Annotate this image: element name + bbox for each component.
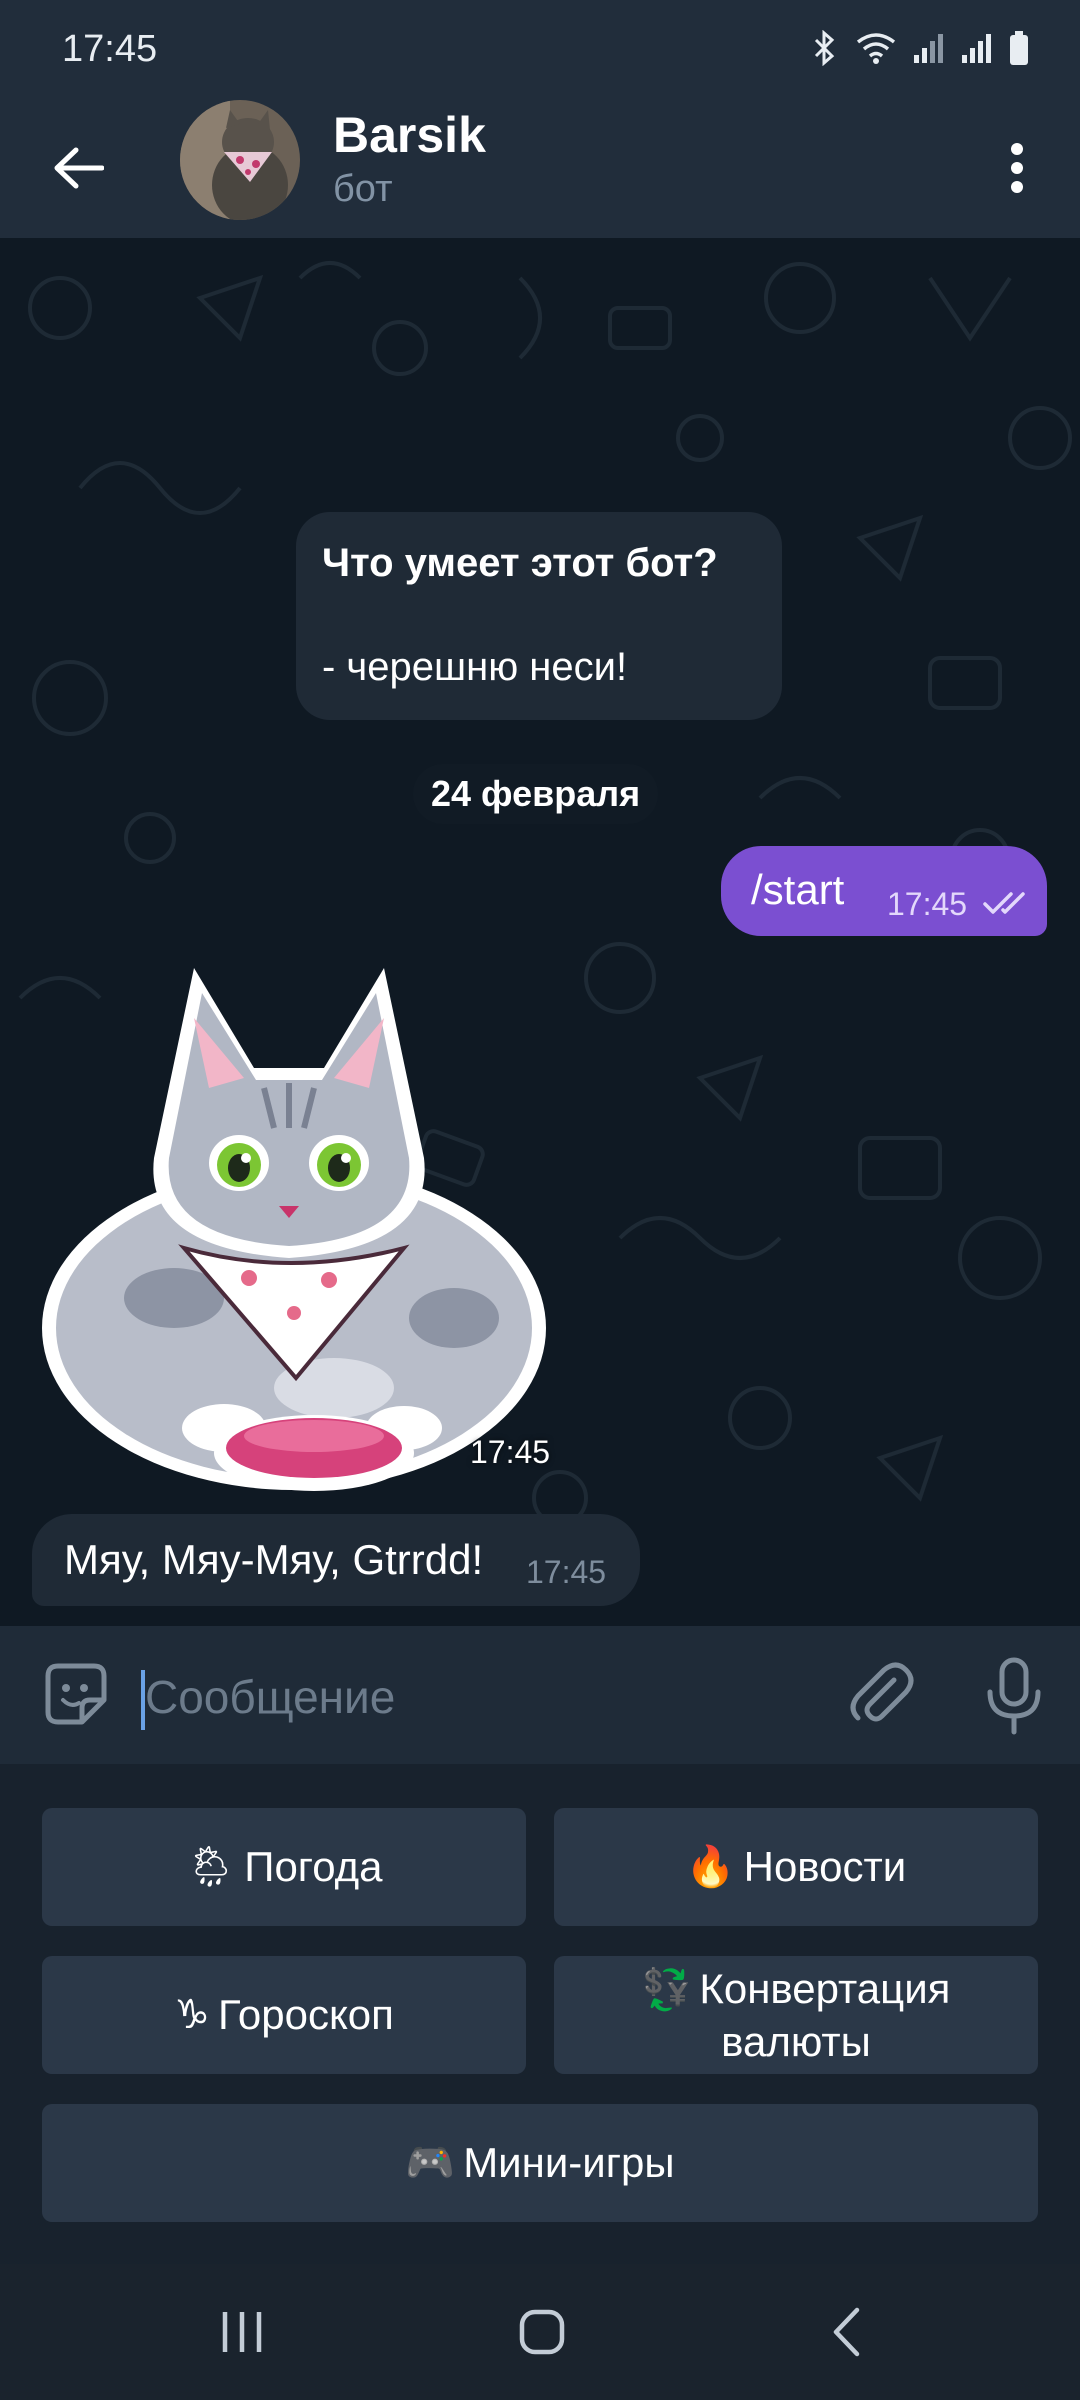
paperclip-icon xyxy=(850,1662,914,1722)
message-text: /start xyxy=(751,866,845,913)
microphone-icon xyxy=(987,1657,1041,1735)
attach-button[interactable] xyxy=(840,1654,920,1734)
keyboard-button-weather[interactable]: 🌦 Погода xyxy=(42,1808,526,1926)
keyboard-button-label: Гороскоп xyxy=(217,1991,394,2038)
weather-icon: 🌦 xyxy=(185,1844,237,1890)
back-button[interactable] xyxy=(38,128,118,208)
outgoing-message[interactable]: /start 17:45 xyxy=(721,846,1047,936)
status-time: 17:45 xyxy=(62,28,158,70)
recent-apps-icon xyxy=(222,2312,262,2352)
keyboard-button-label: Новости xyxy=(743,1843,907,1890)
gamepad-icon: 🎮 xyxy=(405,2140,456,2186)
double-check-icon xyxy=(983,892,1025,914)
keyboard-button-label: Мини-игры xyxy=(463,2139,675,2186)
sticker-time: 17:45 xyxy=(470,1434,551,1470)
capricorn-icon: ♑ xyxy=(174,1992,210,2038)
keyboard-button-horoscope[interactable]: ♑ Гороскоп xyxy=(42,1956,526,2074)
status-icons xyxy=(810,30,1030,66)
back-nav-button[interactable] xyxy=(796,2290,896,2374)
status-bar: 17:45 xyxy=(0,0,1080,100)
keyboard-button-currency[interactable]: 💱 Конвертация валюты xyxy=(554,1956,1038,2074)
chat-header: Barsik бот xyxy=(0,100,1080,238)
incoming-message[interactable]: Мяу, Мяу-Мяу, Gtrrdd! 17:45 xyxy=(32,1514,640,1606)
bot-info-bubble: Что умеет этот бот? - черешню неси! xyxy=(296,512,782,720)
currency-exchange-icon: 💱 xyxy=(641,1966,692,2013)
more-menu-button[interactable] xyxy=(982,128,1052,208)
sticker-button[interactable] xyxy=(38,1656,114,1732)
sticker-icon xyxy=(45,1663,107,1725)
keyboard-button-label: Погода xyxy=(244,1843,383,1890)
signal-icon-2 xyxy=(962,34,991,63)
message-time: 17:45 xyxy=(526,1554,607,1590)
keyboard-button-label: Конвертация валюты xyxy=(699,1964,951,2065)
chat-title[interactable]: Barsik xyxy=(333,106,486,164)
message-time: 17:45 xyxy=(887,886,968,922)
system-navigation-bar xyxy=(0,2264,1080,2400)
arrow-left-icon xyxy=(54,147,104,189)
avatar[interactable] xyxy=(180,100,300,220)
bot-info-title: Что умеет этот бот? xyxy=(322,541,718,585)
home-icon xyxy=(519,2309,565,2355)
message-input[interactable] xyxy=(143,1656,787,1738)
cat-sticker[interactable] xyxy=(34,958,554,1498)
chat-messages[interactable]: Что умеет этот бот? - черешню неси! 24 ф… xyxy=(0,238,1080,1626)
more-vertical-icon xyxy=(1011,143,1023,193)
chat-subtitle: бот xyxy=(333,168,393,210)
home-button[interactable] xyxy=(492,2290,592,2374)
bot-info-body: - черешню неси! xyxy=(322,645,628,689)
voice-record-button[interactable] xyxy=(974,1654,1054,1738)
chevron-left-icon xyxy=(833,2307,860,2357)
recent-apps-button[interactable] xyxy=(192,2290,292,2374)
wifi-icon xyxy=(856,33,896,64)
avatar-cat-photo xyxy=(180,100,300,220)
bot-reply-keyboard: 🌦 Погода 🔥 Новости ♑ Гороскоп 💱 Конвертац… xyxy=(0,1764,1080,2264)
date-separator: 24 февраля xyxy=(413,764,659,824)
keyboard-button-news[interactable]: 🔥 Новости xyxy=(554,1808,1038,1926)
bluetooth-icon xyxy=(814,30,835,66)
signal-icon xyxy=(914,34,943,63)
fire-icon: 🔥 xyxy=(685,1844,736,1890)
keyboard-button-games[interactable]: 🎮 Мини-игры xyxy=(42,2104,1038,2222)
battery-icon xyxy=(1010,31,1028,65)
message-text: Мяу, Мяу-Мяу, Gtrrdd! xyxy=(64,1536,484,1583)
message-composer xyxy=(0,1626,1080,1764)
